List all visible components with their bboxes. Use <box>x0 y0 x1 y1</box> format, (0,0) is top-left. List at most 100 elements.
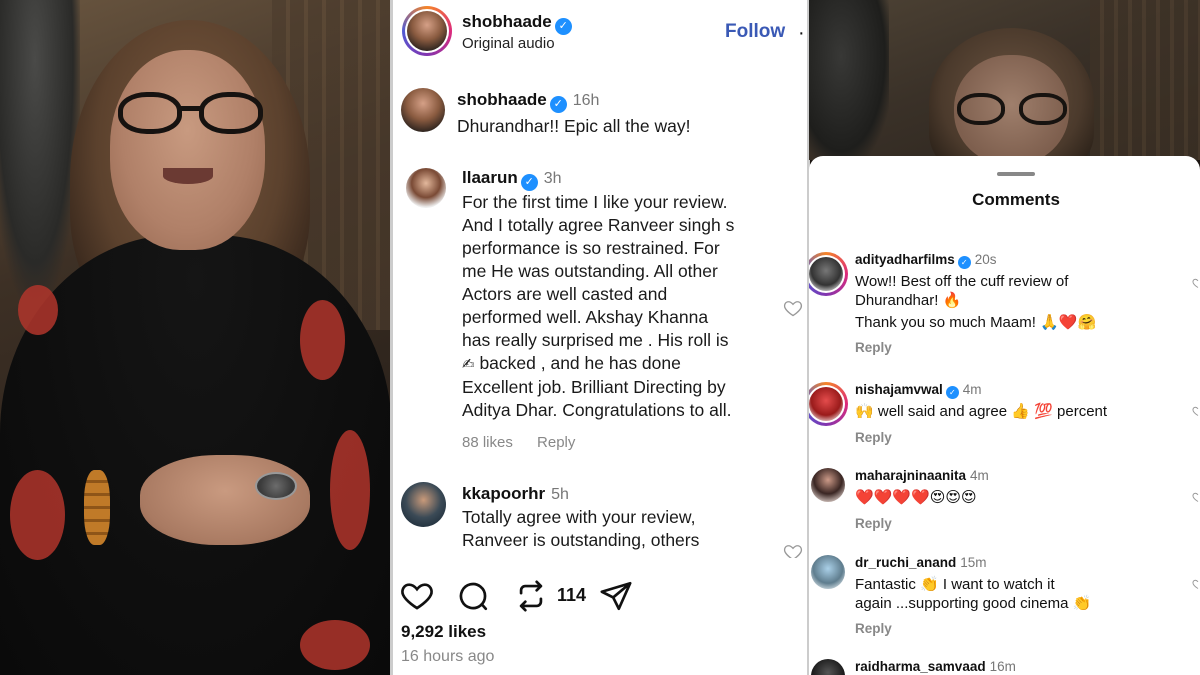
comment-username[interactable]: llaarun <box>462 168 518 187</box>
embroidery-pattern <box>18 285 58 335</box>
drag-handle[interactable] <box>997 172 1035 176</box>
embroidery-pattern <box>300 620 370 670</box>
comment-header: maharajninaanita 4m <box>855 468 989 483</box>
comment-username[interactable]: maharajninaanita <box>855 468 966 483</box>
person-hands <box>140 455 310 545</box>
background-video-frame <box>809 0 1200 178</box>
verified-badge-icon: ✓ <box>520 174 538 191</box>
repost-icon[interactable] <box>514 579 548 613</box>
comment-header: kkapoorhr 5h <box>462 484 569 504</box>
author-avatar[interactable] <box>402 6 452 56</box>
comment-line: Wow!! Best off the cuff review of <box>855 273 1069 290</box>
comment-header: llaarun ✓ 3h <box>462 168 562 191</box>
clapping-hands-icon: 👏 <box>920 575 939 593</box>
comment-text: 🙌 well said and agree 👍 💯 percent <box>855 402 1185 421</box>
comment-line: performance is so restrained. For <box>462 238 720 258</box>
comment-item: adityadharfilms ✓ 20s Wow!! Best off the c… <box>809 252 1200 362</box>
comment-bubble-icon[interactable] <box>456 579 490 613</box>
reply-button[interactable]: Reply <box>855 516 892 531</box>
author-username[interactable]: shobhaade <box>462 12 552 31</box>
comment-line-text: I want to watch it <box>942 576 1055 593</box>
verified-badge-icon: ✓ <box>549 96 567 113</box>
comment-avatar[interactable] <box>811 468 845 502</box>
comment-line-text: Thank you so much Maam! <box>855 314 1036 331</box>
person-mouth <box>163 168 213 184</box>
comment-like-heart-icon[interactable] <box>1192 577 1200 591</box>
comment-like-heart-icon[interactable] <box>1192 490 1200 504</box>
comment-username[interactable]: shobhaade <box>457 90 547 109</box>
comment-username[interactable]: raidharma_samvaad <box>855 659 986 674</box>
comments-panel: Comments adityadharfilms ✓ 20s Wow!! Best … <box>809 0 1200 675</box>
comment-text: Wow!! Best off the cuff review of Dhuran… <box>855 272 1185 332</box>
background-frames <box>1090 0 1200 160</box>
comment-time: 20s <box>974 252 997 267</box>
comment-avatar[interactable] <box>406 168 446 208</box>
comment-line: Aditya Dhar. Congratulations to all. <box>462 400 732 420</box>
comment-likes-count[interactable]: 88 likes <box>462 434 513 451</box>
author-name-row: shobhaade ✓ <box>462 12 572 35</box>
emoji-group-icon: 🙏❤️🤗 <box>1040 313 1097 331</box>
comment-item: nishajamvwal ✓ 4m 🙌 well said and agree 👍 … <box>809 382 1200 452</box>
comment-line: has really surprised me . His roll is <box>462 330 729 350</box>
bracelet <box>84 470 110 545</box>
glasses <box>957 93 1067 127</box>
reply-button[interactable]: Reply <box>855 340 892 355</box>
comment-line: performed well. Akshay Khanna <box>462 307 709 327</box>
post-timestamp: 16 hours ago <box>401 648 495 665</box>
comment-header: adityadharfilms ✓ 20s <box>855 252 997 269</box>
comment-avatar[interactable] <box>811 659 845 675</box>
comment-like-heart-icon[interactable] <box>1192 404 1200 418</box>
thumbs-up-icon: 👍 <box>1011 402 1030 420</box>
reply-button[interactable]: Reply <box>855 621 892 636</box>
comment-like-heart-icon[interactable] <box>783 542 803 558</box>
comment-text: ❤️❤️❤️❤️😍😍😍 <box>855 488 1185 507</box>
comment-text: Fantastic 👏 I want to watch it again ...… <box>855 575 1185 613</box>
comment-username[interactable]: adityadharfilms <box>855 252 955 267</box>
comment-username[interactable]: dr_ruchi_anand <box>855 555 956 570</box>
comment-avatar[interactable] <box>811 555 845 589</box>
comment-header: shobhaade ✓ 16h <box>457 90 599 113</box>
comments-title: Comments <box>972 190 1060 209</box>
clapping-hands-icon: 👏 <box>1072 594 1092 612</box>
reply-button[interactable]: Reply <box>855 430 892 445</box>
comment-line: Actors are well casted and <box>462 284 668 304</box>
comment-time: 5h <box>551 486 569 503</box>
comment-body: Totally agree with your review, Ranveer … <box>462 506 699 552</box>
comment-text: Dhurandhar!! Epic all the way! <box>457 116 691 136</box>
more-options-icon[interactable]: · <box>798 22 805 45</box>
reply-button[interactable]: Reply <box>537 434 575 451</box>
repost-count: 114 <box>557 585 587 605</box>
comment-time: 16m <box>989 659 1016 674</box>
comment-time: 3h <box>543 170 562 187</box>
fire-icon: 🔥 <box>942 291 962 309</box>
comment-username[interactable]: kkapoorhr <box>462 484 545 503</box>
comment-line-text: backed , and he has done <box>479 353 681 373</box>
post-likes-count[interactable]: 9,292 likes <box>401 622 486 642</box>
comment-avatar[interactable] <box>809 252 848 296</box>
comment-line: Fantastic 👏 I want to watch it <box>855 575 1185 594</box>
comment-avatar[interactable] <box>401 482 446 527</box>
share-send-icon[interactable] <box>599 579 633 613</box>
comment-line-text: percent <box>1057 403 1108 420</box>
embroidery-pattern <box>330 430 370 550</box>
comment-username[interactable]: nishajamvwal <box>855 382 943 397</box>
comment-avatar[interactable] <box>809 382 848 426</box>
verified-badge-icon: ✓ <box>554 18 572 35</box>
comment-avatar[interactable] <box>401 88 445 132</box>
like-heart-icon[interactable] <box>400 579 434 613</box>
hundred-points-icon: 💯 <box>1034 402 1053 420</box>
follow-button[interactable]: Follow <box>725 21 785 43</box>
comment-line: again ...supporting good cinema 👏 <box>855 594 1185 613</box>
audio-label[interactable]: Original audio <box>462 35 555 52</box>
post-header: shobhaade ✓ Original audio Follow · <box>392 0 809 68</box>
comment-like-heart-icon[interactable] <box>1192 276 1200 290</box>
comment-line-text: Dhurandhar! <box>855 292 939 309</box>
comment-line: me He was outstanding. All other <box>462 261 718 281</box>
raised-hands-icon: 🙌 <box>855 402 874 420</box>
comment-time: 15m <box>960 555 987 570</box>
comment-meta: 88 likes Reply <box>462 434 595 451</box>
background-statue <box>809 0 889 160</box>
comment-header: dr_ruchi_anand 15m <box>855 555 987 570</box>
comment-time: 4m <box>962 382 982 397</box>
comment-like-heart-icon[interactable] <box>783 298 803 318</box>
